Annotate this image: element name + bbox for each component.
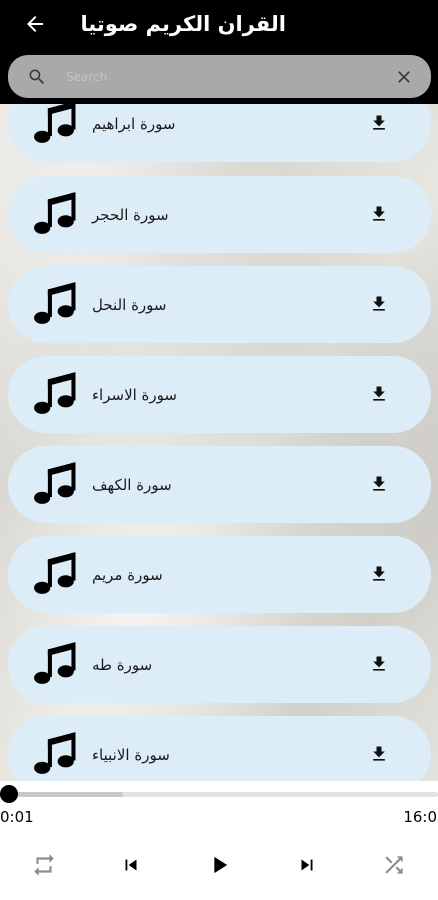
list-item[interactable]: سورة الكهف [8, 446, 431, 523]
music-note-icon [34, 642, 76, 684]
shuffle-button[interactable] [379, 850, 409, 880]
list-item[interactable]: سورة الاسراء [8, 356, 431, 433]
buffer-progress [0, 792, 123, 797]
shuffle-icon [385, 856, 403, 874]
download-icon[interactable] [369, 744, 389, 764]
next-button[interactable] [292, 850, 322, 880]
app-bar: القران الكريم صوتيا [0, 0, 438, 104]
page-title: القران الكريم صوتيا [80, 12, 286, 36]
search-bar[interactable] [8, 55, 431, 98]
seek-bar[interactable] [0, 792, 438, 797]
music-note-icon [34, 282, 76, 324]
list-item-label: سورة ابراهيم [92, 115, 176, 133]
music-note-icon [34, 552, 76, 594]
download-icon[interactable] [369, 294, 389, 314]
music-note-icon [34, 372, 76, 414]
current-time: 0:01 [0, 808, 34, 826]
list-item[interactable]: سورة طه [8, 626, 431, 703]
search-icon [29, 69, 45, 85]
skip-previous-icon [125, 859, 137, 871]
play-icon [214, 856, 228, 874]
list-item-label: سورة الاسراء [92, 386, 177, 404]
list-item[interactable]: سورة النحل [8, 266, 431, 343]
music-note-icon [34, 732, 76, 774]
arrow-left-icon[interactable] [23, 12, 47, 36]
close-icon[interactable] [394, 67, 414, 87]
previous-button[interactable] [116, 850, 146, 880]
music-note-icon [34, 104, 76, 143]
download-icon[interactable] [369, 384, 389, 404]
repeat-button[interactable] [29, 850, 59, 880]
play-button[interactable] [204, 850, 234, 880]
music-note-icon [34, 192, 76, 234]
seek-thumb[interactable] [0, 785, 19, 803]
download-icon[interactable] [369, 204, 389, 224]
list-item[interactable]: سورة الانبياء [8, 716, 431, 781]
download-icon[interactable] [369, 474, 389, 494]
download-icon[interactable] [369, 113, 389, 133]
surah-list[interactable]: سورة ابراهيم سورة الحجر سورة النحل سورة … [0, 104, 438, 781]
download-icon[interactable] [369, 564, 389, 584]
list-item-label: سورة مريم [92, 566, 163, 584]
list-item-label: سورة طه [92, 656, 153, 674]
skip-next-icon [301, 859, 313, 871]
search-input[interactable] [66, 63, 376, 91]
list-item[interactable]: سورة الحجر [8, 176, 431, 253]
list-item-label: سورة الكهف [92, 476, 172, 494]
list-item-label: سورة النحل [92, 296, 167, 314]
list-item[interactable]: سورة ابراهيم [8, 104, 431, 162]
repeat-icon [34, 854, 54, 876]
list-item-label: سورة الانبياء [92, 746, 170, 764]
music-note-icon [34, 462, 76, 504]
download-icon[interactable] [369, 654, 389, 674]
list-item-label: سورة الحجر [92, 206, 169, 224]
back-button[interactable] [18, 8, 52, 40]
total-time: 16:0 [403, 808, 437, 826]
audio-player: 0:01 16:0 [0, 781, 438, 900]
list-item[interactable]: سورة مريم [8, 536, 431, 613]
